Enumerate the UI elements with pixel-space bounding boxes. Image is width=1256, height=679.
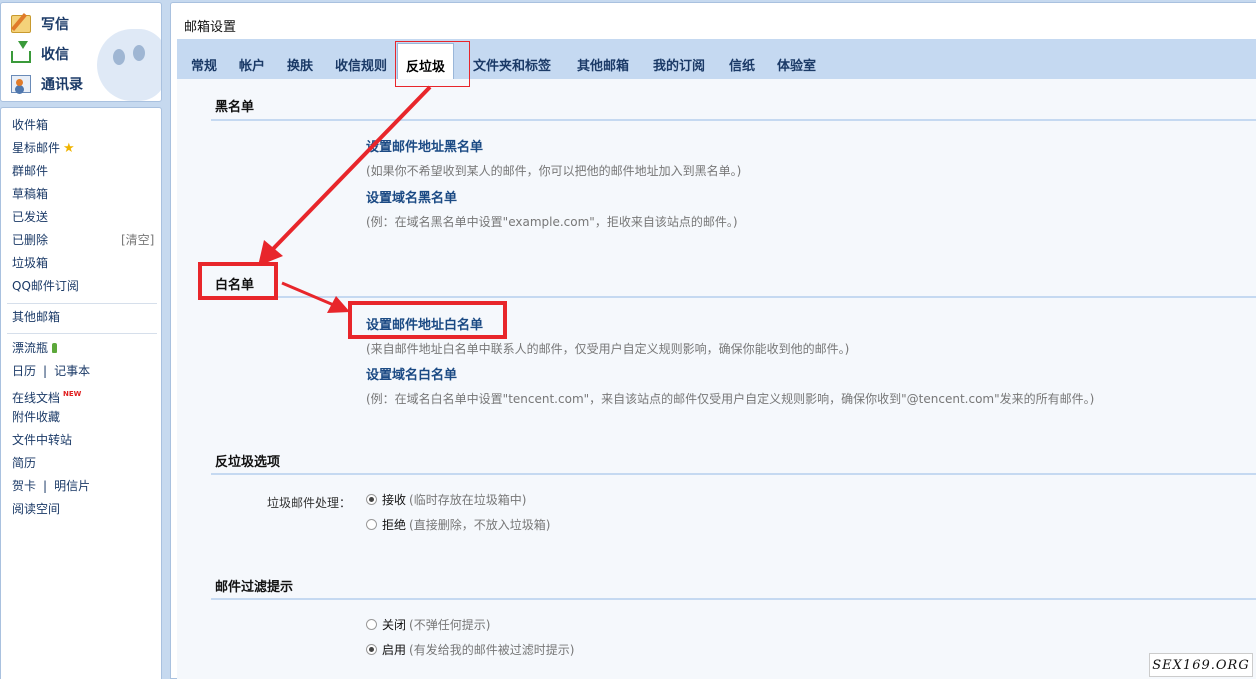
folder-subscriptions[interactable]: QQ邮件订阅 <box>12 277 79 295</box>
whitelist-highlight-box <box>198 262 278 300</box>
antispam-settings: 黑名单 设置邮件地址黑名单 (如果你不希望收到某人的邮件，你可以把他的邮件地址加… <box>177 79 1256 679</box>
radio-accept-hint: (临时存放在垃圾箱中) <box>409 493 527 507</box>
contacts-icon <box>11 75 31 93</box>
radio-accept[interactable] <box>366 494 377 505</box>
tab-general[interactable]: 常规 <box>191 55 217 74</box>
calendar-notes-row: 日历 | 记事本 <box>12 362 90 380</box>
qq-penguin-icon <box>97 29 161 101</box>
resume-link[interactable]: 简历 <box>12 454 36 472</box>
file-transfer-link[interactable]: 文件中转站 <box>12 431 72 449</box>
settings-tabs: 常规 帐户 换肤 收信规则 反垃圾 文件夹和标签 其他邮箱 我的订阅 信纸 体验… <box>177 39 1256 79</box>
spam-accept-option[interactable]: 接收 (临时存放在垃圾箱中) <box>366 491 526 508</box>
compose-label: 写信 <box>41 17 69 33</box>
radio-notice-off-hint: (不弹任何提示) <box>409 618 491 632</box>
radio-reject[interactable] <box>366 519 377 530</box>
calendar-link[interactable]: 日历 <box>12 364 36 378</box>
radio-accept-label: 接收 <box>382 493 407 507</box>
inbox-icon <box>11 41 31 63</box>
filter-notice-off-option[interactable]: 关闭 (不弹任何提示) <box>366 616 490 633</box>
address-whitelist-highlight-box <box>348 301 507 339</box>
radio-notice-on[interactable] <box>366 644 377 655</box>
radio-notice-off-label: 关闭 <box>382 618 407 632</box>
drift-bottle-link[interactable]: 漂流瓶 <box>12 339 58 357</box>
compose-icon <box>11 15 31 33</box>
folder-other-mailboxes[interactable]: 其他邮箱 <box>12 308 60 326</box>
clear-deleted-link[interactable]: [清空] <box>121 231 154 249</box>
separator: | <box>43 479 48 493</box>
new-badge: NEW <box>63 390 82 398</box>
contacts-button[interactable]: 通讯录 <box>11 71 83 97</box>
tab-account[interactable]: 帐户 <box>239 55 265 74</box>
section-divider <box>211 296 1256 298</box>
greeting-card-link[interactable]: 贺卡 <box>12 479 36 493</box>
inbox-label: 收信 <box>41 47 69 63</box>
folder-list: 收件箱 星标邮件 ★ 群邮件 草稿箱 已发送 已删除 [清空] 垃圾箱 QQ邮件订… <box>0 107 162 679</box>
online-docs-label: 在线文档 <box>12 391 61 405</box>
contacts-label: 通讯录 <box>41 77 83 93</box>
tab-highlight-box <box>395 41 470 87</box>
folder-starred-label: 星标邮件 <box>12 141 61 155</box>
radio-notice-off[interactable] <box>366 619 377 630</box>
sidebar: 写信 收信 通讯录 收件箱 星标邮件 ★ 群邮件 草稿箱 已发送 已删除 [清空]… <box>0 0 164 679</box>
radio-notice-on-label: 启用 <box>382 643 407 657</box>
folder-divider <box>7 333 157 334</box>
tab-folders-labels[interactable]: 文件夹和标签 <box>473 55 551 74</box>
folder-starred[interactable]: 星标邮件 ★ <box>12 139 75 157</box>
tab-rules[interactable]: 收信规则 <box>335 55 387 74</box>
tab-stationery[interactable]: 信纸 <box>729 55 755 74</box>
star-icon: ★ <box>63 141 75 156</box>
blacklist-domain-desc: (例：在域名黑名单中设置"example.com"，拒收来自该站点的邮件。) <box>366 215 738 229</box>
page-title: 邮箱设置 <box>184 20 237 35</box>
drift-bottle-label: 漂流瓶 <box>12 341 49 355</box>
folder-divider <box>7 303 157 304</box>
whitelist-address-desc: (来自邮件地址白名单中联系人的邮件，仅受用户自定义规则影响，确保你能收到他的邮件… <box>366 342 850 356</box>
settings-panel: 邮箱设置 常规 帐户 换肤 收信规则 反垃圾 文件夹和标签 其他邮箱 我的订阅 … <box>170 2 1256 679</box>
whitelist-domain-link[interactable]: 设置域名白名单 <box>366 364 457 383</box>
filter-notice-title: 邮件过滤提示 <box>215 580 294 595</box>
watermark: SEX169.ORG <box>1149 653 1253 677</box>
compose-button[interactable]: 写信 <box>11 11 69 37</box>
blacklist-address-link[interactable]: 设置邮件地址黑名单 <box>366 136 483 155</box>
folder-inbox[interactable]: 收件箱 <box>12 116 48 134</box>
blacklist-address-desc: (如果你不希望收到某人的邮件，你可以把他的邮件地址加入到黑名单。) <box>366 164 742 178</box>
radio-reject-hint: (直接删除，不放入垃圾箱) <box>409 518 551 532</box>
tab-other-mailboxes[interactable]: 其他邮箱 <box>577 55 629 74</box>
spam-handling-label: 垃圾邮件处理： <box>267 496 352 510</box>
whitelist-domain-desc: (例：在域名白名单中设置"tencent.com"，来自该站点的邮件仅受用户自定… <box>366 392 1095 406</box>
tab-labs[interactable]: 体验室 <box>777 55 816 74</box>
cards-row: 贺卡 | 明信片 <box>12 477 90 495</box>
folder-deleted[interactable]: 已删除 <box>12 231 48 249</box>
tab-skin[interactable]: 换肤 <box>287 55 313 74</box>
notes-link[interactable]: 记事本 <box>54 364 90 378</box>
folder-drafts[interactable]: 草稿箱 <box>12 185 48 203</box>
postcard-link[interactable]: 明信片 <box>54 479 90 493</box>
folder-group[interactable]: 群邮件 <box>12 162 48 180</box>
section-divider <box>211 119 1256 121</box>
folder-spam[interactable]: 垃圾箱 <box>12 254 48 272</box>
radio-reject-label: 拒绝 <box>382 518 407 532</box>
blacklist-domain-link[interactable]: 设置域名黑名单 <box>366 187 457 206</box>
inbox-button[interactable]: 收信 <box>11 41 69 67</box>
bottle-icon <box>52 343 58 353</box>
reading-space-link[interactable]: 阅读空间 <box>12 500 60 518</box>
quick-actions-panel: 写信 收信 通讯录 <box>0 2 162 102</box>
section-divider <box>211 473 1256 475</box>
folder-sent[interactable]: 已发送 <box>12 208 48 226</box>
antispam-options-title: 反垃圾选项 <box>215 455 281 470</box>
filter-notice-on-option[interactable]: 启用 (有发给我的邮件被过滤时提示) <box>366 641 574 658</box>
online-docs-link[interactable]: 在线文档 NEW <box>12 385 82 405</box>
attachments-link[interactable]: 附件收藏 <box>12 408 60 426</box>
spam-reject-option[interactable]: 拒绝 (直接删除，不放入垃圾箱) <box>366 516 550 533</box>
radio-notice-on-hint: (有发给我的邮件被过滤时提示) <box>409 643 575 657</box>
tab-subscriptions[interactable]: 我的订阅 <box>653 55 705 74</box>
separator: | <box>43 364 48 378</box>
blacklist-title: 黑名单 <box>215 100 255 115</box>
section-divider <box>211 598 1256 600</box>
